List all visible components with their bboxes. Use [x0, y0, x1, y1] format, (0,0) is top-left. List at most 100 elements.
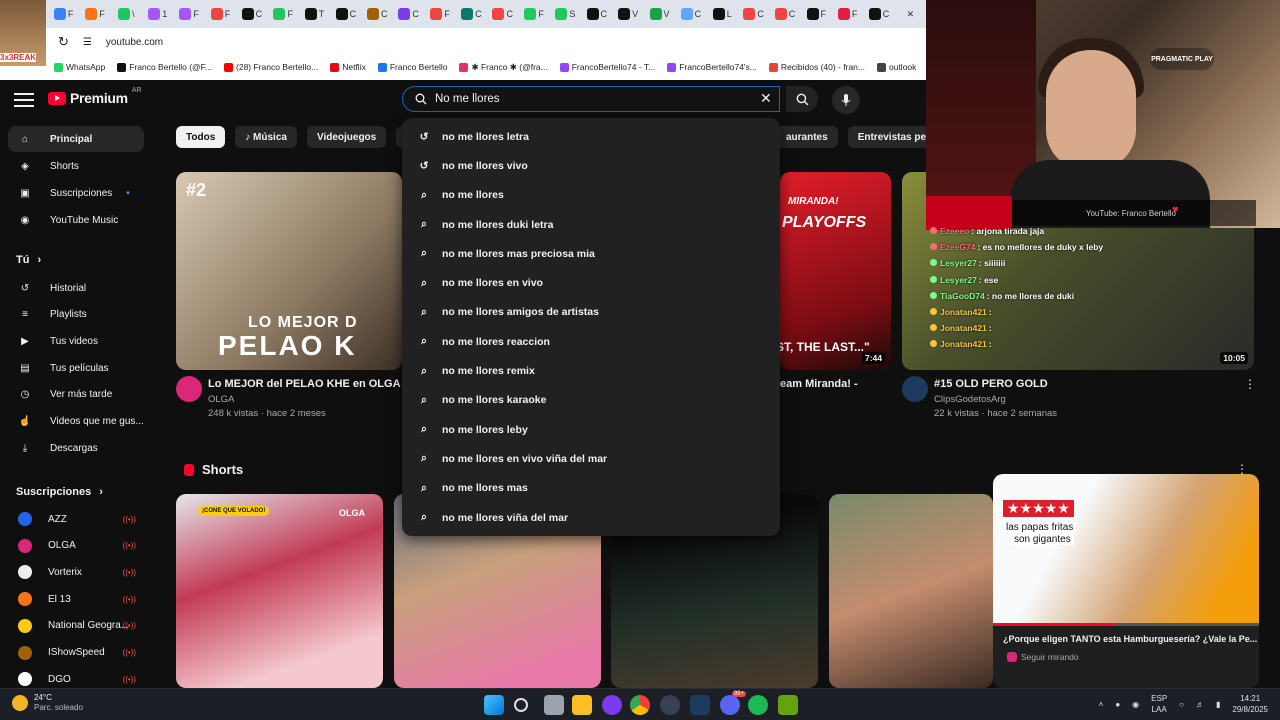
bookmark-item[interactable]: Recibidos (40) - fran...	[768, 62, 865, 72]
sidebar-item-playlists[interactable]: ≡ Playlists	[8, 302, 144, 328]
search-suggestion[interactable]: ⌕ no me llores karaoke	[402, 386, 780, 415]
bookmark-item[interactable]: outlook	[876, 62, 916, 72]
battery-icon[interactable]: ▮	[1216, 700, 1220, 709]
task-view-icon[interactable]	[544, 695, 564, 715]
video-title[interactable]: eam Miranda! -	[780, 378, 858, 390]
chrome-icon[interactable]	[630, 695, 650, 715]
subscription-item[interactable]: Vorterix ((•))	[8, 559, 144, 585]
spotify-icon[interactable]	[748, 695, 768, 715]
channel-avatar[interactable]	[902, 376, 928, 402]
filter-chip[interactable]: ♪ Música	[235, 126, 297, 148]
browser-tab[interactable]: C	[738, 3, 769, 25]
channel-name[interactable]: OLGA	[208, 394, 234, 405]
video-thumbnail[interactable]: #2 LO MEJOR D PELAO K	[176, 172, 402, 370]
site-info-icon[interactable]: ☰	[83, 37, 92, 48]
sidebar-item-principal[interactable]: ⌂ Principal	[8, 126, 144, 152]
browser-tab[interactable]: 1	[142, 3, 173, 25]
browser-tab[interactable]: C	[330, 3, 361, 25]
sidebar-item-suscripciones[interactable]: ▣ Suscripciones •	[8, 180, 144, 206]
bookmark-item[interactable]: (28) Franco Bertello...	[224, 62, 318, 72]
subscription-item[interactable]: AZZ ((•))	[8, 506, 144, 532]
browser-tab[interactable]: C	[769, 3, 800, 25]
start-icon[interactable]	[484, 695, 504, 715]
featured-short-title[interactable]: ¿Porque eligen TANTO esta Hamburguesería…	[1003, 634, 1257, 644]
search-suggestion[interactable]: ⌕ no me llores reaccion	[402, 327, 780, 356]
search-suggestion[interactable]: ⌕ no me llores mas preciosa mia	[402, 239, 780, 268]
app-icon[interactable]	[778, 695, 798, 715]
clear-search-icon[interactable]: ✕	[760, 90, 772, 107]
file-explorer-icon[interactable]	[572, 695, 592, 715]
browser-tab[interactable]: L	[707, 3, 738, 25]
bookmark-item[interactable]: ✱ Franco ✱ (@fra...	[459, 62, 548, 73]
url-text[interactable]: youtube.com	[106, 37, 163, 48]
search-suggestion[interactable]: ⌕ no me llores en vivo viña del mar	[402, 444, 780, 473]
browser-tab[interactable]: F	[173, 3, 204, 25]
search-suggestion[interactable]: ⌕ no me llores amigos de artistas	[402, 298, 780, 327]
short-card[interactable]: ¡CONE QUE VOLADO! OLGA	[176, 494, 383, 688]
browser-tab[interactable]: F	[518, 3, 549, 25]
search-suggestion[interactable]: ⌕ no me llores en vivo	[402, 268, 780, 297]
subscription-item[interactable]: National Geogra... ((•))	[8, 613, 144, 639]
browser-tab[interactable]: C	[863, 3, 894, 25]
browser-tab[interactable]: T	[299, 3, 330, 25]
hamburger-menu-button[interactable]	[14, 90, 34, 110]
close-tab-icon[interactable]: ✕	[895, 3, 926, 25]
browser-tab[interactable]: V	[644, 3, 675, 25]
bookmark-item[interactable]: Franco Bertello (@F...	[117, 62, 212, 72]
video-thumbnail[interactable]: MIRANDA! PLAYOFFS ST, THE LAST..." 7:44	[780, 172, 891, 370]
wifi-icon[interactable]: ○	[1179, 700, 1184, 709]
search-suggestion[interactable]: ↺ no me llores vivo	[402, 151, 780, 180]
sidebar-item-shorts[interactable]: ◈ Shorts	[8, 153, 144, 179]
profile-thumbnail[interactable]: 3x3REAK	[0, 0, 46, 66]
browser-tab[interactable]: F	[268, 3, 299, 25]
discord-icon[interactable]: 99+	[720, 691, 746, 715]
search-box[interactable]	[402, 86, 780, 112]
browser-tab[interactable]: C	[362, 3, 393, 25]
language-indicator[interactable]: ESP LAA	[1151, 693, 1167, 715]
sidebar-item-youtube-music[interactable]: ◉ YouTube Music	[8, 207, 144, 233]
filter-chip[interactable]: Videojuegos	[306, 126, 387, 148]
reload-icon[interactable]: ↻	[58, 34, 69, 50]
bookmark-item[interactable]: Netflix	[330, 62, 366, 72]
clock[interactable]: 14:21 29/8/2025	[1232, 693, 1268, 715]
search-suggestion[interactable]: ⌕ no me llores remix	[402, 356, 780, 385]
sidebar-item-history[interactable]: ↺ Historial	[8, 275, 144, 301]
browser-tab[interactable]: C	[487, 3, 518, 25]
volume-icon[interactable]: ♬	[1196, 700, 1204, 709]
bookmark-item[interactable]: WhatsApp	[54, 62, 105, 72]
featured-short-card[interactable]: ★★★★★ las papas fritas son gigantes ¿Por…	[993, 474, 1259, 688]
search-suggestion[interactable]: ⌕ no me llores mas	[402, 474, 780, 503]
subscription-item[interactable]: OLGA ((•))	[8, 533, 144, 559]
short-card[interactable]	[829, 494, 993, 688]
subscription-item[interactable]: El 13 ((•))	[8, 586, 144, 612]
subscription-item[interactable]: IShowSpeed ((•))	[8, 640, 144, 666]
network-icon[interactable]: ●	[1115, 700, 1120, 709]
browser-tab[interactable]: F	[832, 3, 863, 25]
search-input[interactable]	[435, 93, 755, 105]
you-section-heading[interactable]: Tú ›	[16, 254, 41, 266]
obs-icon[interactable]	[660, 695, 680, 715]
browser-tab[interactable]: F	[48, 3, 79, 25]
browser-tab[interactable]: F	[424, 3, 455, 25]
weather-widget[interactable]: 24°C Parc. soleado	[12, 693, 83, 713]
steam-icon[interactable]	[690, 695, 710, 715]
browser-tab[interactable]: \	[111, 3, 142, 25]
app-icon[interactable]	[602, 695, 622, 715]
sidebar-item-your-videos[interactable]: ▶ Tus videos	[8, 328, 144, 354]
browser-tab[interactable]: S	[550, 3, 581, 25]
subscriptions-section-heading[interactable]: Suscripciones ›	[16, 486, 103, 498]
browser-tab[interactable]: C	[236, 3, 267, 25]
bookmark-item[interactable]: Franco Bertello	[377, 62, 447, 72]
channel-name[interactable]: ClipsGodetosArg	[934, 394, 1006, 405]
search-button[interactable]	[786, 86, 818, 112]
browser-tab[interactable]: F	[801, 3, 832, 25]
browser-tab[interactable]: C	[456, 3, 487, 25]
search-suggestion[interactable]: ⌕ no me llores duki letra	[402, 210, 780, 239]
youtube-premium-logo[interactable]: Premium AR	[48, 87, 142, 106]
address-bar[interactable]: ↻ ☰ youtube.com	[46, 30, 926, 54]
sidebar-item-liked[interactable]: ☝ Videos que me gus...	[8, 409, 144, 435]
bookmark-item[interactable]: FrancoBertello74 - T...	[559, 62, 655, 72]
sidebar-item-downloads[interactable]: ⤓ Descargas	[8, 435, 144, 461]
browser-tab[interactable]: C	[581, 3, 612, 25]
search-suggestion[interactable]: ⌕ no me llores leby	[402, 415, 780, 444]
